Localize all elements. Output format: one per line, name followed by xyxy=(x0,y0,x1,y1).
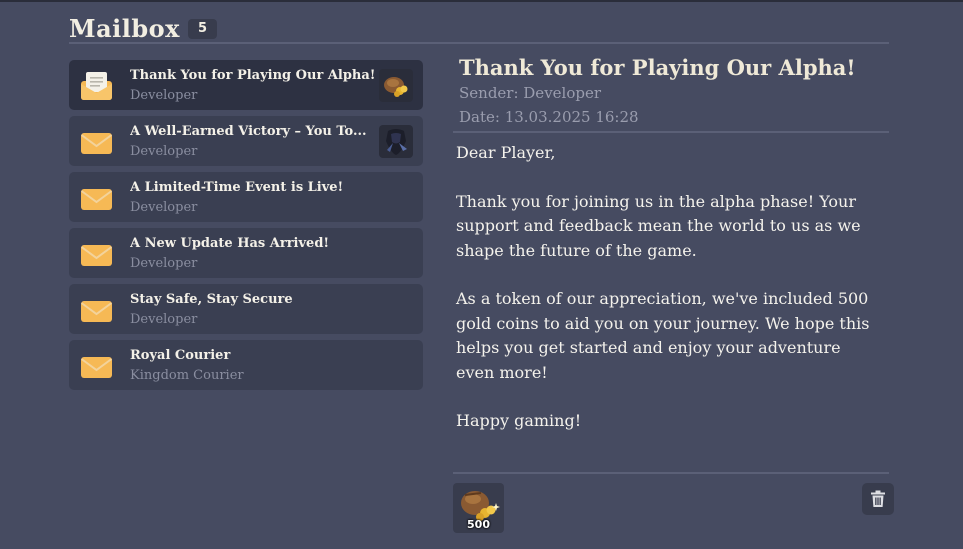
mail-item[interactable]: A Limited-Time Event is Live! Developer xyxy=(69,172,423,222)
envelope-icon xyxy=(80,357,113,378)
envelope-icon xyxy=(80,133,113,154)
mail-subject: Stay Safe, Stay Secure xyxy=(130,292,293,307)
page-title: Mailbox xyxy=(69,14,180,43)
detail-sender: Sender: Developer xyxy=(459,84,602,102)
reward-attachment-slot[interactable]: 500 xyxy=(453,483,504,533)
mail-subject: A Limited-Time Event is Live! xyxy=(130,180,344,195)
detail-divider xyxy=(453,131,889,133)
mail-closing: Happy gaming! xyxy=(456,411,582,431)
mail-subject: A New Update Has Arrived! xyxy=(130,236,330,251)
dark-armor-icon xyxy=(386,129,407,155)
footer-divider xyxy=(453,472,889,474)
detail-date: Date: 13.03.2025 16:28 xyxy=(459,108,639,126)
trash-icon xyxy=(871,490,885,507)
mail-body: Dear Player, Thank you for joining us in… xyxy=(456,141,881,458)
envelope-icon xyxy=(80,189,113,210)
mail-sender: Developer xyxy=(130,312,198,327)
mail-greeting: Dear Player, xyxy=(456,143,556,162)
attachment-thumbnail xyxy=(379,69,413,102)
mail-sender: Developer xyxy=(130,88,198,103)
attachment-thumbnail xyxy=(379,125,413,158)
mail-subject: Thank You for Playing Our Alpha! xyxy=(130,68,376,83)
gold-bag-icon xyxy=(384,77,408,97)
mail-item[interactable]: A New Update Has Arrived! Developer xyxy=(69,228,423,278)
mail-count-badge: 5 xyxy=(187,18,217,39)
detail-subject: Thank You for Playing Our Alpha! xyxy=(459,55,856,80)
reward-amount: 500 xyxy=(467,518,490,531)
mail-subject: A Well-Earned Victory – You To... xyxy=(130,124,367,139)
window-top-border xyxy=(0,0,963,2)
mail-subject: Royal Courier xyxy=(130,348,231,363)
mail-paragraph: Thank you for joining us in the alpha ph… xyxy=(456,191,861,260)
mail-sender: Kingdom Courier xyxy=(130,368,244,383)
mail-item[interactable]: Thank You for Playing Our Alpha! Develop… xyxy=(69,60,423,110)
mail-item[interactable]: A Well-Earned Victory – You To... Develo… xyxy=(69,116,423,166)
mailbox-header: Mailbox 5 xyxy=(69,14,217,43)
mail-sender: Developer xyxy=(130,256,198,271)
header-divider xyxy=(69,42,889,44)
mail-list: Thank You for Playing Our Alpha! Develop… xyxy=(69,60,423,396)
mail-item[interactable]: Royal Courier Kingdom Courier xyxy=(69,340,423,390)
delete-button[interactable] xyxy=(862,483,894,515)
open-letter-icon xyxy=(81,72,112,100)
mail-item[interactable]: Stay Safe, Stay Secure Developer xyxy=(69,284,423,334)
envelope-icon xyxy=(80,301,113,322)
mail-paragraph: As a token of our appreciation, we've in… xyxy=(456,289,870,382)
mail-sender: Developer xyxy=(130,200,198,215)
mail-sender: Developer xyxy=(130,144,198,159)
envelope-icon xyxy=(80,245,113,266)
